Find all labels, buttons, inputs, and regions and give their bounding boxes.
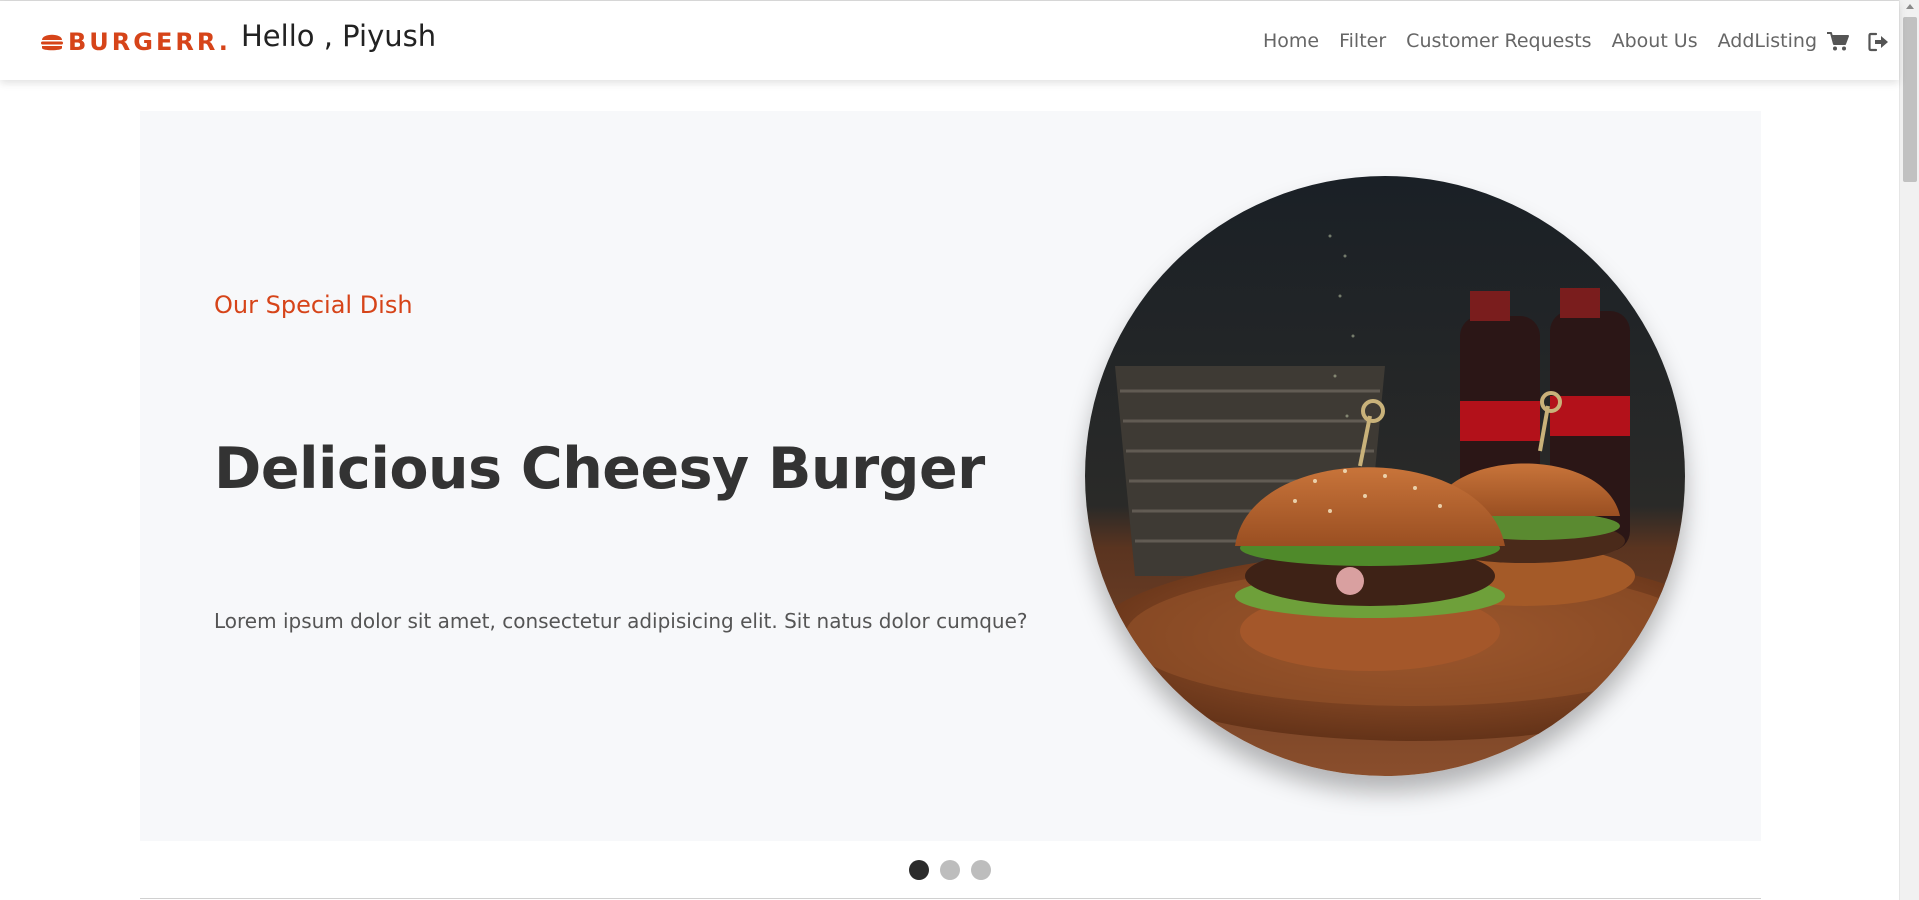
scroll-up-arrow-icon[interactable] bbox=[1906, 4, 1914, 9]
burger-icon bbox=[40, 30, 64, 54]
nav-home[interactable]: Home bbox=[1263, 30, 1319, 52]
burger-photo bbox=[1085, 176, 1685, 776]
hero-description: Lorem ipsum dolor sit amet, consectetur … bbox=[214, 609, 1028, 633]
carousel-dot-2[interactable] bbox=[940, 860, 960, 880]
logo[interactable]: BURGERR. bbox=[40, 26, 231, 58]
section-divider bbox=[140, 898, 1761, 899]
nav-links: Home Filter Customer Requests About Us A… bbox=[1263, 30, 1817, 52]
hero-title: Delicious Cheesy Burger bbox=[214, 436, 985, 502]
nav-add-listing[interactable]: AddListing bbox=[1718, 30, 1817, 52]
hero-subtitle: Our Special Dish bbox=[214, 291, 413, 319]
scrollbar-thumb[interactable] bbox=[1903, 17, 1917, 182]
carousel-indicators bbox=[909, 860, 991, 880]
carousel-dot-1[interactable] bbox=[909, 860, 929, 880]
nav-about-us[interactable]: About Us bbox=[1612, 30, 1698, 52]
nav-filter[interactable]: Filter bbox=[1339, 30, 1386, 52]
carousel-dot-3[interactable] bbox=[971, 860, 991, 880]
vertical-scrollbar[interactable] bbox=[1899, 0, 1919, 900]
hero-carousel-slide: Our Special Dish Delicious Cheesy Burger… bbox=[140, 111, 1761, 841]
user-greeting: Hello , Piyush bbox=[241, 19, 437, 53]
cart-icon[interactable] bbox=[1827, 32, 1849, 52]
navbar: BURGERR. Hello , Piyush Home Filter Cust… bbox=[0, 1, 1899, 80]
logo-text: BURGERR. bbox=[68, 28, 231, 56]
nav-customer-requests[interactable]: Customer Requests bbox=[1406, 30, 1591, 52]
logout-icon[interactable] bbox=[1868, 32, 1890, 52]
